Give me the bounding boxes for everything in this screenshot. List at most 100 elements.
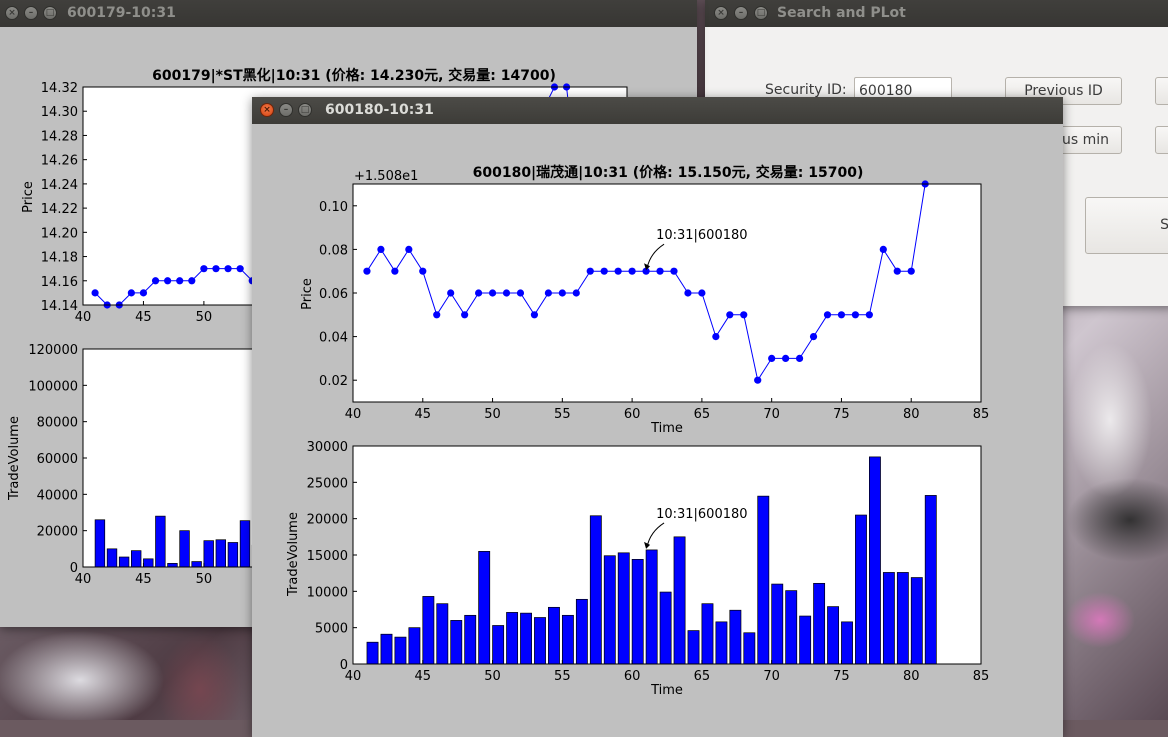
data-point xyxy=(851,311,860,319)
search-button[interactable]: Sear xyxy=(1085,197,1168,254)
x-tick-label: 45 xyxy=(135,572,152,587)
data-point xyxy=(907,267,915,275)
minimize-icon[interactable]: – xyxy=(279,103,293,117)
data-point xyxy=(698,289,706,297)
data-point xyxy=(200,265,208,273)
data-point xyxy=(572,289,580,297)
y-tick-label: 14.16 xyxy=(41,275,78,290)
data-point xyxy=(809,333,818,341)
data-point xyxy=(502,289,511,297)
data-point xyxy=(628,267,636,275)
data-point xyxy=(212,265,220,273)
search-window-title: Search and PLot xyxy=(777,5,906,21)
y-tick-label: 14.18 xyxy=(41,251,78,266)
bar xyxy=(436,603,449,665)
data-point xyxy=(530,311,539,319)
x-tick-label: 65 xyxy=(694,669,711,684)
front-window-title: 600180-10:31 xyxy=(325,102,434,118)
data-point xyxy=(586,267,594,275)
y-tick-label: 15000 xyxy=(307,549,348,564)
maximize-icon[interactable]: □ xyxy=(298,103,312,117)
data-point xyxy=(726,311,734,319)
data-point xyxy=(127,289,135,297)
x-tick-label: 80 xyxy=(903,407,920,422)
bar xyxy=(394,636,407,665)
y-tick-label: 25000 xyxy=(307,476,348,491)
y-tick-label: 14.20 xyxy=(41,226,78,241)
y-tick-label: 14.32 xyxy=(41,81,78,96)
x-tick-label: 50 xyxy=(196,310,213,325)
y-tick-label: 0.08 xyxy=(319,243,348,258)
y-tick-label: 0.02 xyxy=(319,374,348,389)
x-tick-label: 85 xyxy=(973,669,990,684)
data-point xyxy=(461,311,469,319)
bar xyxy=(167,563,178,568)
data-point xyxy=(139,289,148,297)
y-tick-label: 0.04 xyxy=(319,331,348,346)
data-point xyxy=(391,267,399,275)
maximize-icon[interactable]: □ xyxy=(43,6,57,20)
data-point xyxy=(823,311,832,319)
data-point xyxy=(670,267,678,275)
data-point xyxy=(600,267,608,275)
next-min-button[interactable] xyxy=(1155,126,1168,154)
close-icon[interactable]: × xyxy=(260,103,274,117)
maximize-icon[interactable]: □ xyxy=(754,6,768,20)
bar xyxy=(520,612,532,665)
data-point xyxy=(377,245,385,253)
x-tick-label: 55 xyxy=(554,407,571,422)
y-tick-label: 14.22 xyxy=(41,202,78,217)
chart-title: 600180|瑞茂通|10:31 (价格: 15.150元, 交易量: 1570… xyxy=(473,164,864,181)
y-tick-label: 14.24 xyxy=(41,178,78,193)
y-tick-label: 20000 xyxy=(37,525,78,540)
next-id-button[interactable] xyxy=(1155,77,1168,105)
bar xyxy=(729,609,742,665)
x-tick-label: 85 xyxy=(973,407,990,422)
bar xyxy=(106,548,118,568)
y-tick-label: 0.10 xyxy=(319,200,348,215)
close-icon[interactable]: × xyxy=(5,6,19,20)
x-tick-label: 50 xyxy=(484,407,501,422)
bar xyxy=(408,627,421,665)
y-tick-label: 100000 xyxy=(28,379,78,394)
front-figure-svg: 600180|瑞茂通|10:31 (价格: 15.150元, 交易量: 1570… xyxy=(286,164,990,698)
data-point xyxy=(879,245,887,253)
data-point xyxy=(782,354,790,362)
minimize-icon[interactable]: – xyxy=(24,6,38,20)
bar xyxy=(659,591,672,665)
y-tick-label: 0 xyxy=(340,658,348,673)
price-chart: 40 45 50 55 60 65 70 75 80 85 0.02 0.04 0.06 0.08 0.10… xyxy=(319,180,989,422)
bar xyxy=(827,606,840,665)
x-tick-label: 40 xyxy=(345,407,362,422)
data-point xyxy=(91,289,99,297)
minimize-icon[interactable]: – xyxy=(734,6,748,20)
bar xyxy=(882,572,895,665)
annotation-label: 10:31|600180 xyxy=(656,507,747,522)
front-window-titlebar: × – □ 600180-10:31 xyxy=(252,97,1063,124)
bar xyxy=(603,555,616,665)
security-id-label: Security ID: xyxy=(765,82,847,98)
bar xyxy=(131,550,142,568)
data-point xyxy=(768,354,776,362)
data-point xyxy=(236,265,244,273)
data-point xyxy=(164,277,172,285)
y-tick-label: 20000 xyxy=(307,513,348,528)
x-tick-label: 50 xyxy=(484,669,501,684)
y-tick-label: 10000 xyxy=(307,585,348,600)
data-point xyxy=(419,267,427,275)
x-tick-label: 70 xyxy=(763,669,780,684)
data-point xyxy=(151,277,160,285)
y-tick-label: 30000 xyxy=(307,440,348,455)
bar xyxy=(701,603,714,665)
y-tick-label: 80000 xyxy=(37,416,78,431)
bar xyxy=(813,582,826,665)
y-axis-label: TradeVolume xyxy=(7,416,22,501)
close-icon[interactable]: × xyxy=(714,6,728,20)
y-tick-label: 40000 xyxy=(37,488,78,503)
data-point xyxy=(405,245,413,253)
bar xyxy=(687,630,700,665)
y-tick-label: 14.30 xyxy=(41,105,78,120)
back-window-titlebar: × – □ 600179-10:31 xyxy=(0,0,697,27)
data-point xyxy=(176,277,184,285)
front-figure-canvas: 600180|瑞茂通|10:31 (价格: 15.150元, 交易量: 1570… xyxy=(252,124,1063,737)
